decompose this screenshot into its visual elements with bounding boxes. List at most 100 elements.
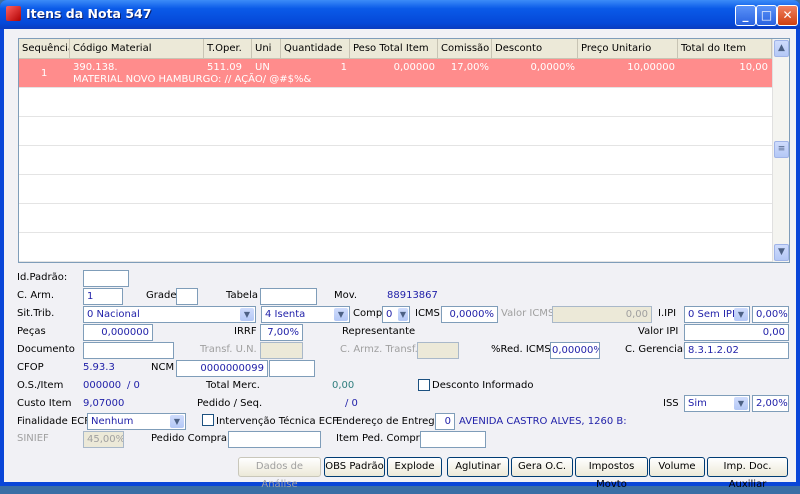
endereco-value: AVENIDA CASTRO ALVES, 1260 B: bbox=[459, 416, 627, 427]
cell-toper: 511.09 bbox=[207, 62, 242, 73]
finalidade-value: Nenhum bbox=[91, 416, 134, 427]
ipi-value: 0 Sem IPI bbox=[688, 309, 735, 320]
c-arm-label: C. Arm. bbox=[17, 290, 55, 301]
os-item-label: O.S./Item bbox=[17, 380, 64, 391]
compl-label: Compl bbox=[353, 308, 385, 319]
sinief-input: 45,00% bbox=[83, 431, 124, 448]
grade-input[interactable] bbox=[176, 288, 198, 305]
tabela-input[interactable] bbox=[260, 288, 317, 305]
pecas-input[interactable]: 0,000000 bbox=[83, 324, 153, 341]
c-arm-input[interactable]: 1 bbox=[83, 288, 123, 305]
sit-trib2-select[interactable]: 4 Isenta ▼ bbox=[261, 306, 350, 323]
chevron-down-icon[interactable]: ▼ bbox=[734, 397, 748, 410]
sit-trib2-value: 4 Isenta bbox=[265, 309, 306, 320]
intervencao-label[interactable]: Intervenção Técnica ECF bbox=[216, 416, 338, 427]
app-icon bbox=[6, 6, 21, 21]
red-icms-label: %Red. ICMS bbox=[491, 344, 551, 355]
col-quantidade[interactable]: Quantidade bbox=[281, 39, 350, 59]
iss-pct-input[interactable]: 2,00% bbox=[752, 395, 789, 412]
col-peso[interactable]: Peso Total Item bbox=[350, 39, 438, 59]
col-sequencia[interactable]: Sequência bbox=[19, 39, 70, 59]
cell-uni: UN bbox=[255, 62, 270, 73]
ncm-input[interactable]: 0000000099 bbox=[176, 360, 268, 377]
table-row[interactable]: 1 390.138. MATERIAL NOVO HAMBURGO: // AÇ… bbox=[19, 59, 772, 88]
representante-label: Representante bbox=[342, 326, 416, 337]
compl-select[interactable]: 0 ▼ bbox=[382, 306, 410, 323]
window-title: Itens da Nota 547 bbox=[26, 6, 152, 21]
finalidade-label: Finalidade ECF bbox=[17, 416, 91, 427]
cell-preco: 10,00000 bbox=[627, 62, 675, 73]
mov-label: Mov. bbox=[334, 290, 358, 301]
aglutinar-button[interactable]: Aglutinar bbox=[447, 457, 509, 477]
red-icms-input[interactable]: 0,00000% bbox=[550, 342, 600, 359]
col-comissao[interactable]: Comissão bbox=[438, 39, 492, 59]
scroll-thumb[interactable]: ≡ bbox=[774, 141, 789, 158]
col-total[interactable]: Total do Item bbox=[678, 39, 772, 59]
table-row[interactable] bbox=[19, 204, 772, 233]
ipi-pct-input[interactable]: 0,00% bbox=[752, 306, 789, 323]
cell-desconto: 0,0000% bbox=[530, 62, 576, 73]
pedido-seq-label: Pedido / Seq. bbox=[197, 398, 263, 409]
imp-doc-auxiliar-button[interactable]: Imp. Doc. Auxiliar bbox=[707, 457, 788, 490]
chevron-down-icon[interactable]: ▼ bbox=[334, 308, 348, 321]
icms-label: ICMS bbox=[415, 308, 440, 319]
col-desconto[interactable]: Desconto bbox=[492, 39, 578, 59]
table-row[interactable] bbox=[19, 146, 772, 175]
tabela-label: Tabela bbox=[226, 290, 258, 301]
cfop-value: 5.93.3 bbox=[83, 362, 115, 373]
chevron-down-icon[interactable]: ▼ bbox=[170, 415, 184, 428]
desconto-informado-label[interactable]: Desconto Informado bbox=[432, 380, 533, 391]
vertical-scrollbar[interactable]: ▲ ≡ ▼ bbox=[772, 39, 789, 262]
sit-trib-label: Sit.Trib. bbox=[17, 308, 55, 319]
maximize-button[interactable]: □ bbox=[756, 5, 777, 26]
chevron-down-icon[interactable]: ▼ bbox=[398, 308, 408, 321]
col-codigo[interactable]: Código Material bbox=[70, 39, 204, 59]
cell-quantidade: 1 bbox=[340, 62, 347, 73]
minimize-button[interactable]: _ bbox=[735, 5, 756, 26]
chevron-down-icon[interactable]: ▼ bbox=[734, 308, 748, 321]
c-gerencial-input[interactable]: 8.3.1.2.02 bbox=[684, 342, 789, 359]
finalidade-select[interactable]: Nenhum ▼ bbox=[87, 413, 186, 430]
id-padrao-input[interactable] bbox=[83, 270, 129, 287]
irrf-input[interactable]: 7,00% bbox=[260, 324, 303, 341]
endereco-num-input[interactable]: 0 bbox=[435, 413, 455, 430]
pedido-compra-input[interactable] bbox=[228, 431, 321, 448]
custo-item-label: Custo Item bbox=[17, 398, 72, 409]
os-item-value: / 0 bbox=[127, 380, 140, 391]
valor-icms-input: 0,00 bbox=[552, 306, 652, 323]
obs-padrao-button[interactable]: OBS Padrão bbox=[324, 457, 385, 477]
volume-button[interactable]: Volume bbox=[649, 457, 705, 477]
valor-ipi-input[interactable]: 0,00 bbox=[684, 324, 789, 341]
close-button[interactable]: ✕ bbox=[777, 5, 798, 26]
item-ped-compra-input[interactable] bbox=[420, 431, 486, 448]
scroll-up-icon[interactable]: ▲ bbox=[774, 40, 789, 57]
gera-oc-button[interactable]: Gera O.C. bbox=[511, 457, 573, 477]
intervencao-checkbox[interactable] bbox=[202, 414, 214, 426]
irrf-label: IRRF bbox=[234, 326, 257, 337]
c-armz-transf-label: C. Armz. Transf. bbox=[340, 344, 418, 355]
col-toper[interactable]: T.Oper. bbox=[204, 39, 252, 59]
ncm2-input[interactable] bbox=[269, 360, 315, 377]
sit-trib-select[interactable]: 0 Nacional ▼ bbox=[83, 306, 256, 323]
table-row[interactable] bbox=[19, 88, 772, 117]
table-row[interactable] bbox=[19, 233, 772, 262]
col-preco[interactable]: Preço Unitario bbox=[578, 39, 678, 59]
desconto-informado-checkbox[interactable] bbox=[418, 379, 430, 391]
ipi-label: I.IPI bbox=[658, 308, 677, 319]
table-row[interactable] bbox=[19, 175, 772, 204]
ipi-select[interactable]: 0 Sem IPI ▼ bbox=[684, 306, 750, 323]
impostos-movto-button[interactable]: Impostos Movto bbox=[575, 457, 648, 490]
scroll-down-icon[interactable]: ▼ bbox=[774, 244, 789, 261]
total-merc-label: Total Merc. bbox=[206, 380, 260, 391]
iss-select[interactable]: Sim ▼ bbox=[684, 395, 750, 412]
valor-icms-label: Valor ICMS bbox=[501, 308, 555, 319]
explode-button[interactable]: Explode bbox=[387, 457, 442, 477]
documento-input[interactable] bbox=[83, 342, 174, 359]
chevron-down-icon[interactable]: ▼ bbox=[240, 308, 254, 321]
table-row[interactable] bbox=[19, 117, 772, 146]
col-uni[interactable]: Uni bbox=[252, 39, 281, 59]
dados-analise-button[interactable]: Dados de Análise bbox=[238, 457, 321, 490]
icms-input[interactable]: 0,0000% bbox=[441, 306, 498, 323]
cell-descricao: MATERIAL NOVO HAMBURGO: // AÇÃO/ @#$%& bbox=[73, 74, 312, 85]
cell-codigo: 390.138. bbox=[73, 62, 118, 73]
